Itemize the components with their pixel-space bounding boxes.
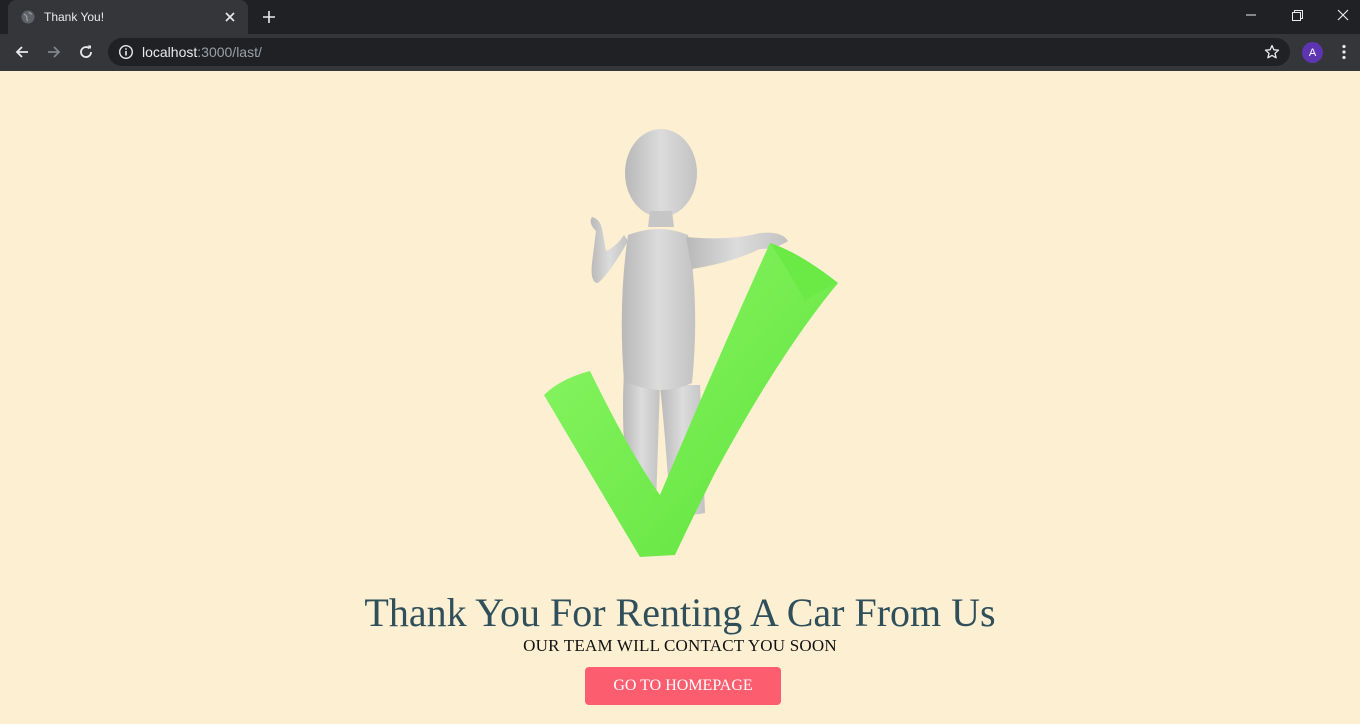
globe-icon [20,9,36,25]
new-tab-button[interactable] [258,6,280,28]
bookmark-star-icon[interactable] [1264,44,1280,60]
contact-message: OUR TEAM WILL CONTACT YOU SOON [523,636,837,655]
tab-strip: Thank You! [0,0,1360,34]
tab-title: Thank You! [44,10,105,24]
url-path: :3000/last/ [197,44,262,60]
thank-you-heading: Thank You For Renting A Car From Us [364,590,996,635]
info-icon[interactable] [118,44,134,60]
restore-button[interactable] [1274,0,1320,30]
go-to-homepage-button[interactable]: GO TO HOMEPAGE [585,667,781,705]
address-bar[interactable]: localhost:3000/last/ [108,38,1290,66]
hero-image [520,123,860,563]
reload-icon[interactable] [72,38,100,66]
url-host: localhost [142,44,198,60]
browser-toolbar: localhost:3000/last/ A [0,34,1360,71]
close-tab-icon[interactable] [222,9,238,25]
active-tab[interactable]: Thank You! [8,0,248,34]
page-body: Thank You For Renting A Car From Us OUR … [0,71,1360,724]
more-menu-icon[interactable] [1334,38,1354,66]
person-with-checkmark-illustration [544,129,838,557]
forward-arrow-icon[interactable] [40,38,68,66]
close-window-button[interactable] [1320,0,1360,30]
profile-avatar[interactable]: A [1302,42,1323,63]
back-arrow-icon[interactable] [8,38,36,66]
minimize-button[interactable] [1228,0,1274,30]
